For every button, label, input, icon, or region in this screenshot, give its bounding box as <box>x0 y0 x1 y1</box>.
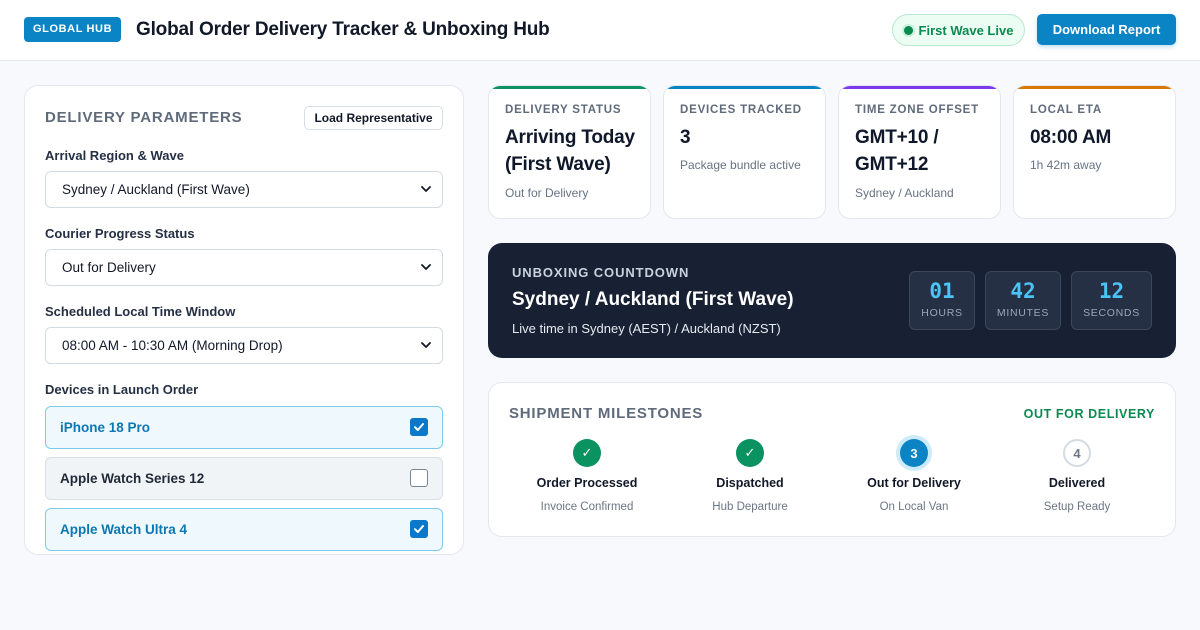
card-accent <box>489 86 650 89</box>
countdown-subtitle: Live time in Sydney (AEST) / Auckland (N… <box>512 321 781 336</box>
chevron-down-icon <box>421 342 431 348</box>
stat-label: DELIVERY STATUS <box>505 104 622 116</box>
status-label: Courier Progress Status <box>45 226 195 241</box>
load-representative-button[interactable]: Load Representative <box>304 106 443 130</box>
step-sub: On Local Van <box>879 501 949 513</box>
stat-label: DEVICES TRACKED <box>680 104 802 116</box>
stat-sub: Out for Delivery <box>505 186 589 200</box>
stat-sub: Sydney / Auckland <box>855 186 954 200</box>
countdown-title: Sydney / Auckland (First Wave) <box>512 289 794 310</box>
stat-card-delivery-status: DELIVERY STATUS Arriving Today (First Wa… <box>488 85 651 219</box>
stat-label: TIME ZONE OFFSET <box>855 104 979 116</box>
stat-card-time-zone-offset: TIME ZONE OFFSET GMT+10 / GMT+12 Sydney … <box>838 85 1001 219</box>
window-label: Scheduled Local Time Window <box>45 304 236 319</box>
step-name: Out for Delivery <box>867 476 961 490</box>
time-window-select[interactable]: 08:00 AM - 10:30 AM (Morning Drop) <box>45 327 443 364</box>
stat-value: 08:00 AM <box>1030 127 1112 148</box>
status-select[interactable]: Out for Delivery <box>45 249 443 286</box>
stat-value: Arriving Today (First Wave) <box>505 127 635 175</box>
countdown-label: UNBOXING COUNTDOWN <box>512 265 690 280</box>
milestones-status: OUT FOR DELIVERY <box>1023 407 1155 421</box>
stat-card-devices-tracked: DEVICES TRACKED 3 Package bundle active <box>663 85 826 219</box>
region-label: Arrival Region & Wave <box>45 148 184 163</box>
stat-value: 3 <box>680 127 691 148</box>
unboxing-countdown-panel: UNBOXING COUNTDOWN Sydney / Auckland (Fi… <box>488 243 1176 358</box>
delivery-parameters-panel: DELIVERY PARAMETERS Load Representative … <box>24 85 464 555</box>
region-select[interactable]: Sydney / Auckland (First Wave) <box>45 171 443 208</box>
brand-badge: GLOBAL HUB <box>24 17 122 42</box>
status-select-value: Out for Delivery <box>62 260 156 275</box>
device-item-apple-watch-series-12[interactable]: Apple Watch Series 12 <box>45 457 443 500</box>
check-icon: ✓ <box>573 439 601 467</box>
checkbox-checked-icon[interactable] <box>410 520 428 538</box>
device-item-iphone-18-pro[interactable]: iPhone 18 Pro <box>45 406 443 449</box>
checkbox-checked-icon[interactable] <box>410 418 428 436</box>
countdown-seconds-unit: SECONDS <box>1083 307 1140 319</box>
region-select-value: Sydney / Auckland (First Wave) <box>62 182 250 197</box>
step-number: 4 <box>1063 439 1091 467</box>
page-title: Global Order Delivery Tracker & Unboxing… <box>136 19 550 40</box>
card-accent <box>1014 86 1175 89</box>
check-icon: ✓ <box>736 439 764 467</box>
devices-label: Devices in Launch Order <box>45 382 199 397</box>
panel-title: DELIVERY PARAMETERS <box>45 109 243 126</box>
stat-sub: 1h 42m away <box>1030 158 1102 172</box>
time-window-value: 08:00 AM - 10:30 AM (Morning Drop) <box>62 338 283 353</box>
app-header: GLOBAL HUB Global Order Delivery Tracker… <box>0 0 1200 61</box>
step-number: 3 <box>900 439 928 467</box>
live-dot-icon <box>903 25 913 35</box>
live-status-badge: First Wave Live <box>892 14 1025 46</box>
countdown-minutes-value: 42 <box>1010 279 1036 303</box>
step-name: Dispatched <box>716 476 784 490</box>
countdown-minutes: 42 MINUTES <box>985 271 1061 330</box>
stat-card-local-eta: LOCAL ETA 08:00 AM 1h 42m away <box>1013 85 1176 219</box>
stat-label: LOCAL ETA <box>1030 104 1102 116</box>
stat-sub: Package bundle active <box>680 158 801 172</box>
device-item-apple-watch-ultra-4[interactable]: Apple Watch Ultra 4 <box>45 508 443 551</box>
chevron-down-icon <box>421 186 431 192</box>
countdown-hours-unit: HOURS <box>921 307 963 319</box>
step-sub: Hub Departure <box>712 501 788 513</box>
device-item-label: Apple Watch Series 12 <box>60 471 205 486</box>
download-report-button[interactable]: Download Report <box>1037 14 1176 45</box>
countdown-minutes-unit: MINUTES <box>996 307 1050 319</box>
step-sub: Invoice Confirmed <box>540 501 634 513</box>
step-sub: Setup Ready <box>1043 501 1111 513</box>
milestones-title: SHIPMENT MILESTONES <box>509 405 704 422</box>
step-name: Delivered <box>1048 476 1106 490</box>
stat-value: GMT+10 / GMT+12 <box>855 127 939 175</box>
checkbox-unchecked-icon[interactable] <box>410 469 428 487</box>
card-accent <box>839 86 1000 89</box>
step-name: Order Processed <box>536 476 638 490</box>
device-item-label: iPhone 18 Pro <box>60 420 151 435</box>
card-accent <box>664 86 825 89</box>
countdown-seconds-value: 12 <box>1098 279 1125 303</box>
device-item-label: Apple Watch Ultra 4 <box>60 522 188 537</box>
countdown-seconds: 12 SECONDS <box>1071 271 1152 330</box>
countdown-hours: 01 HOURS <box>909 271 975 330</box>
live-status-text: First Wave Live <box>918 22 1014 38</box>
countdown-hours-value: 01 <box>929 279 955 303</box>
shipment-milestones-panel: SHIPMENT MILESTONES OUT FOR DELIVERY ✓ O… <box>488 382 1176 537</box>
chevron-down-icon <box>421 264 431 270</box>
